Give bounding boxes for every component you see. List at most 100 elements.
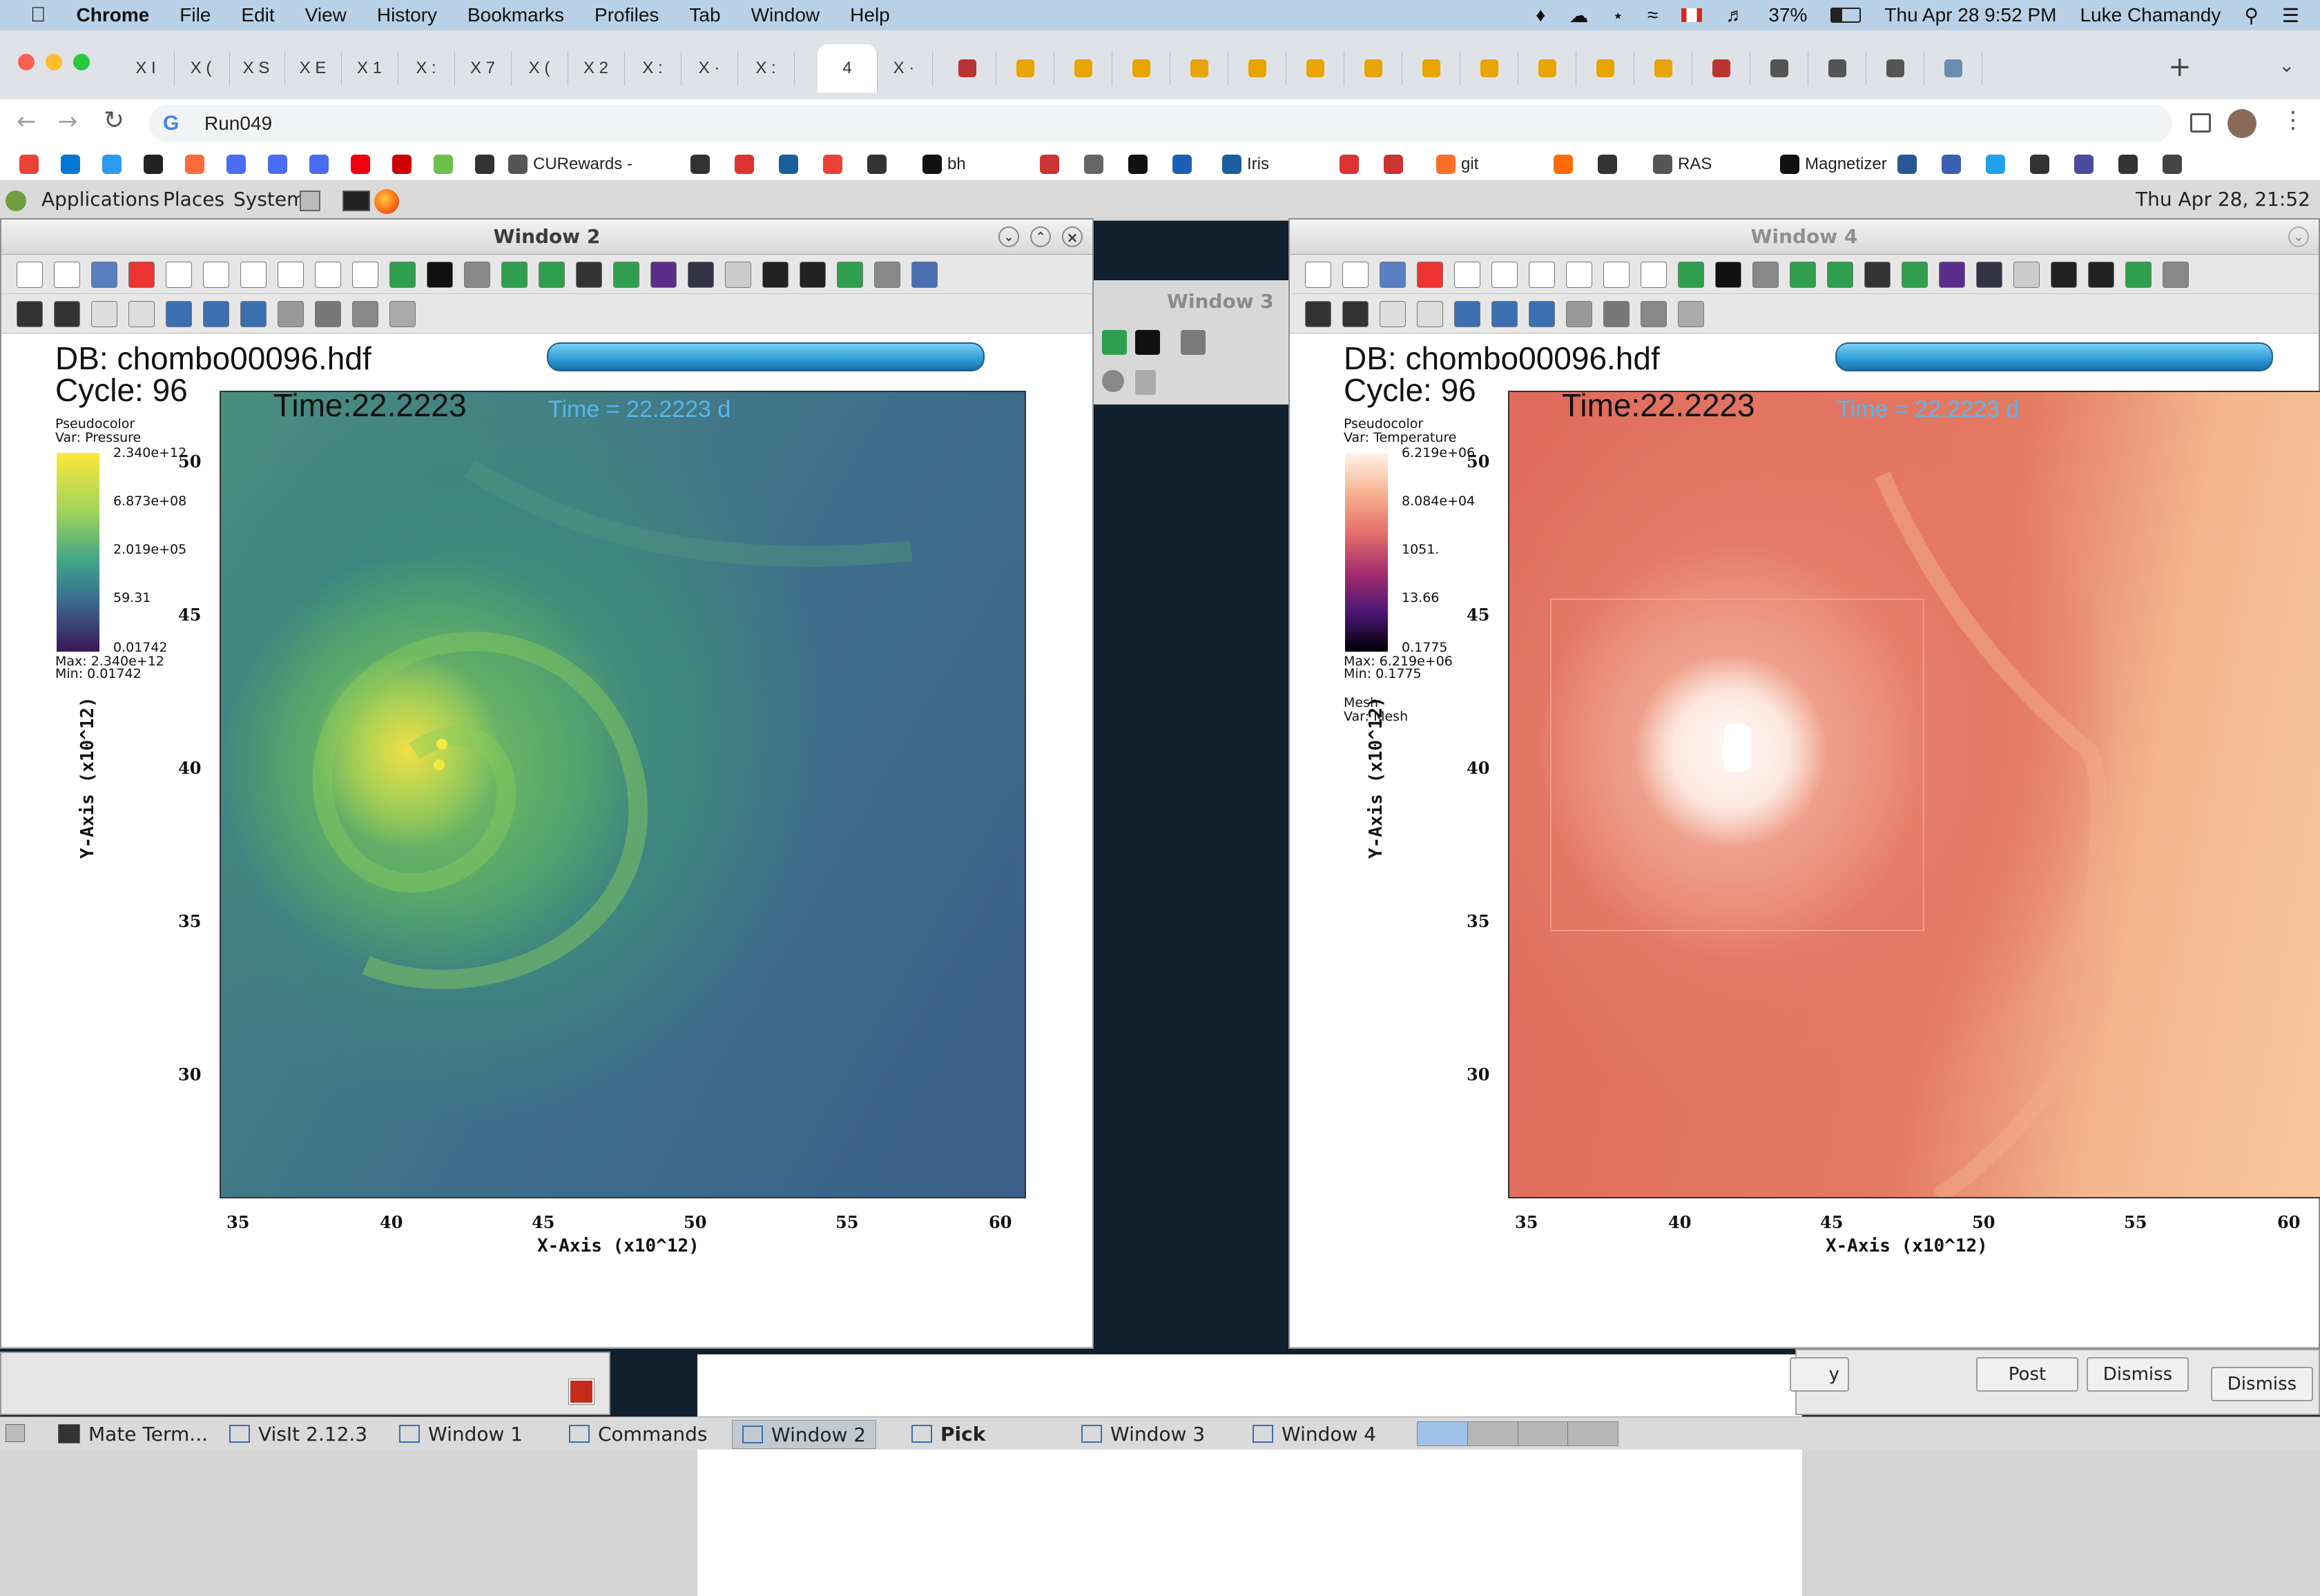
toolbar-icon[interactable]: [389, 301, 416, 327]
toolbar-icon[interactable]: [1715, 262, 1741, 288]
bookmark-icon[interactable]: [268, 153, 287, 175]
bookmark-icon[interactable]: [1384, 153, 1403, 175]
toolbar-icon[interactable]: [278, 262, 304, 288]
favicon-tab[interactable]: [1461, 51, 1518, 86]
toolbar-icon[interactable]: [1603, 301, 1630, 327]
toolbar-icon[interactable]: [1491, 262, 1518, 288]
toolbar-icon[interactable]: [1566, 262, 1592, 288]
apple-icon[interactable]: : [30, 3, 46, 27]
browser-tab[interactable]: X 7: [454, 51, 512, 86]
toolbar-icon[interactable]: [1380, 301, 1406, 327]
toolbar-icon[interactable]: [1641, 262, 1667, 288]
menu-edit[interactable]: Edit: [241, 4, 274, 26]
panel-places[interactable]: Places: [163, 188, 224, 211]
menu-profiles[interactable]: Profiles: [594, 4, 659, 26]
toolbar-icon[interactable]: [501, 262, 528, 288]
browser-tab[interactable]: X :: [398, 51, 455, 86]
dismiss-button-2[interactable]: Dismiss: [2211, 1367, 2313, 1401]
favicon-tab[interactable]: [1867, 51, 1924, 86]
toolbar-icon[interactable]: [725, 262, 751, 288]
favicon-tab[interactable]: [1635, 51, 1692, 86]
toolbar-icon[interactable]: [54, 262, 80, 288]
toolbar-icon[interactable]: [1305, 301, 1331, 327]
reload-icon[interactable]: ↻: [104, 106, 124, 135]
mate-logo-icon[interactable]: [6, 191, 26, 211]
box-icon[interactable]: [1181, 330, 1206, 355]
bookmark-icon[interactable]: [1172, 153, 1192, 175]
favicon-tab[interactable]: [1693, 51, 1750, 86]
task-commands[interactable]: Commands: [559, 1420, 717, 1448]
menubar-clock[interactable]: Thu Apr 28 9:52 PM: [1884, 4, 2056, 26]
browser-tab[interactable]: X ·: [681, 51, 738, 86]
minimize-icon[interactable]: ⌄: [998, 226, 1019, 247]
toolbar-icon[interactable]: [352, 301, 378, 327]
browser-tab[interactable]: X E: [284, 51, 342, 86]
task-window-4[interactable]: Window 4: [1243, 1420, 1386, 1448]
toolbar-icon[interactable]: [1342, 262, 1369, 288]
toolbar-icon[interactable]: [1752, 262, 1779, 288]
toolbar-icon[interactable]: [427, 262, 453, 288]
toolbar-icon[interactable]: [874, 262, 900, 288]
new-tab-button[interactable]: +: [2168, 51, 2192, 83]
toolbar-icon[interactable]: [2163, 262, 2189, 288]
bookmark-icon[interactable]: [867, 153, 887, 175]
menu-history[interactable]: History: [377, 4, 437, 26]
task-window-1[interactable]: Window 1: [389, 1420, 532, 1448]
toolbar-icon[interactable]: [2088, 262, 2114, 288]
toolbar-icon[interactable]: [1939, 262, 1965, 288]
terminal-icon[interactable]: [342, 191, 370, 211]
toolbar-icon[interactable]: [166, 262, 192, 288]
firefox-icon[interactable]: [374, 189, 399, 214]
bookmark-icon[interactable]: [1942, 153, 1961, 175]
toolbar-icon[interactable]: [1566, 301, 1592, 327]
toolbar-icon[interactable]: [1454, 262, 1480, 288]
toolbar-icon[interactable]: [2125, 262, 2152, 288]
bookmark-item[interactable]: bh: [922, 153, 966, 175]
control-center-icon[interactable]: ☰: [2282, 4, 2299, 27]
favicon-tab[interactable]: [1345, 51, 1402, 86]
toolbar-icon[interactable]: [1790, 262, 1816, 288]
toolbar-icon[interactable]: [128, 301, 155, 327]
toolbar-icon[interactable]: [2051, 262, 2077, 288]
toolbar-icon[interactable]: [278, 301, 304, 327]
favicon-tab[interactable]: [1171, 51, 1228, 86]
toolbar-icon[interactable]: [17, 301, 43, 327]
toolbar-icon[interactable]: [762, 262, 789, 288]
workspace-1[interactable]: [1418, 1422, 1468, 1446]
toolbar-icon[interactable]: [1603, 262, 1630, 288]
toolbar-icon[interactable]: [1529, 301, 1555, 327]
toolbar-icon[interactable]: [539, 262, 565, 288]
toolbar-icon[interactable]: [1641, 301, 1667, 327]
alert-icon[interactable]: [568, 1379, 594, 1405]
toolbar-icon[interactable]: [203, 301, 229, 327]
wifi-icon[interactable]: ≈: [1647, 4, 1658, 26]
toolbar-icon[interactable]: [91, 301, 117, 327]
tab-search-chevron-icon[interactable]: ⌄: [2279, 54, 2294, 77]
task-pick[interactable]: Pick: [902, 1420, 995, 1448]
toolbar-icon[interactable]: [1902, 262, 1928, 288]
menubar-user[interactable]: Luke Chamandy: [2080, 4, 2221, 26]
toolbar-icon[interactable]: [240, 301, 267, 327]
menu-file[interactable]: File: [180, 4, 211, 26]
toolbar-icon[interactable]: [389, 262, 416, 288]
bookmark-icon[interactable]: [1897, 153, 1917, 175]
toolbar-icon[interactable]: [315, 262, 341, 288]
task-mate-terminal[interactable]: Mate Term...: [48, 1420, 218, 1448]
bookmark-icon[interactable]: [226, 153, 246, 175]
favicon-tab[interactable]: [939, 51, 996, 86]
bookmark-icon[interactable]: [1128, 153, 1148, 175]
toolbar-icon[interactable]: [464, 262, 490, 288]
task-visit[interactable]: VisIt 2.12.3: [220, 1420, 377, 1448]
bookmark-icon[interactable]: [392, 153, 412, 175]
toolbar-icon[interactable]: [1380, 262, 1406, 288]
temperature-plot[interactable]: Time:22.2223 Time = 22.2223 d: [1508, 391, 2320, 1198]
cloud-icon[interactable]: ☁: [1569, 4, 1588, 27]
slider-icon[interactable]: [1135, 370, 1156, 395]
menu-bookmarks[interactable]: Bookmarks: [467, 4, 564, 26]
panel-applications[interactable]: Applications: [41, 188, 160, 211]
address-bar[interactable]: G Run049: [149, 105, 2172, 142]
workspace-3[interactable]: [1518, 1422, 1569, 1446]
bookmark-icon[interactable]: [1986, 153, 2005, 175]
toolbar-icon[interactable]: [1454, 301, 1480, 327]
toolbar-icon[interactable]: [1491, 301, 1518, 327]
